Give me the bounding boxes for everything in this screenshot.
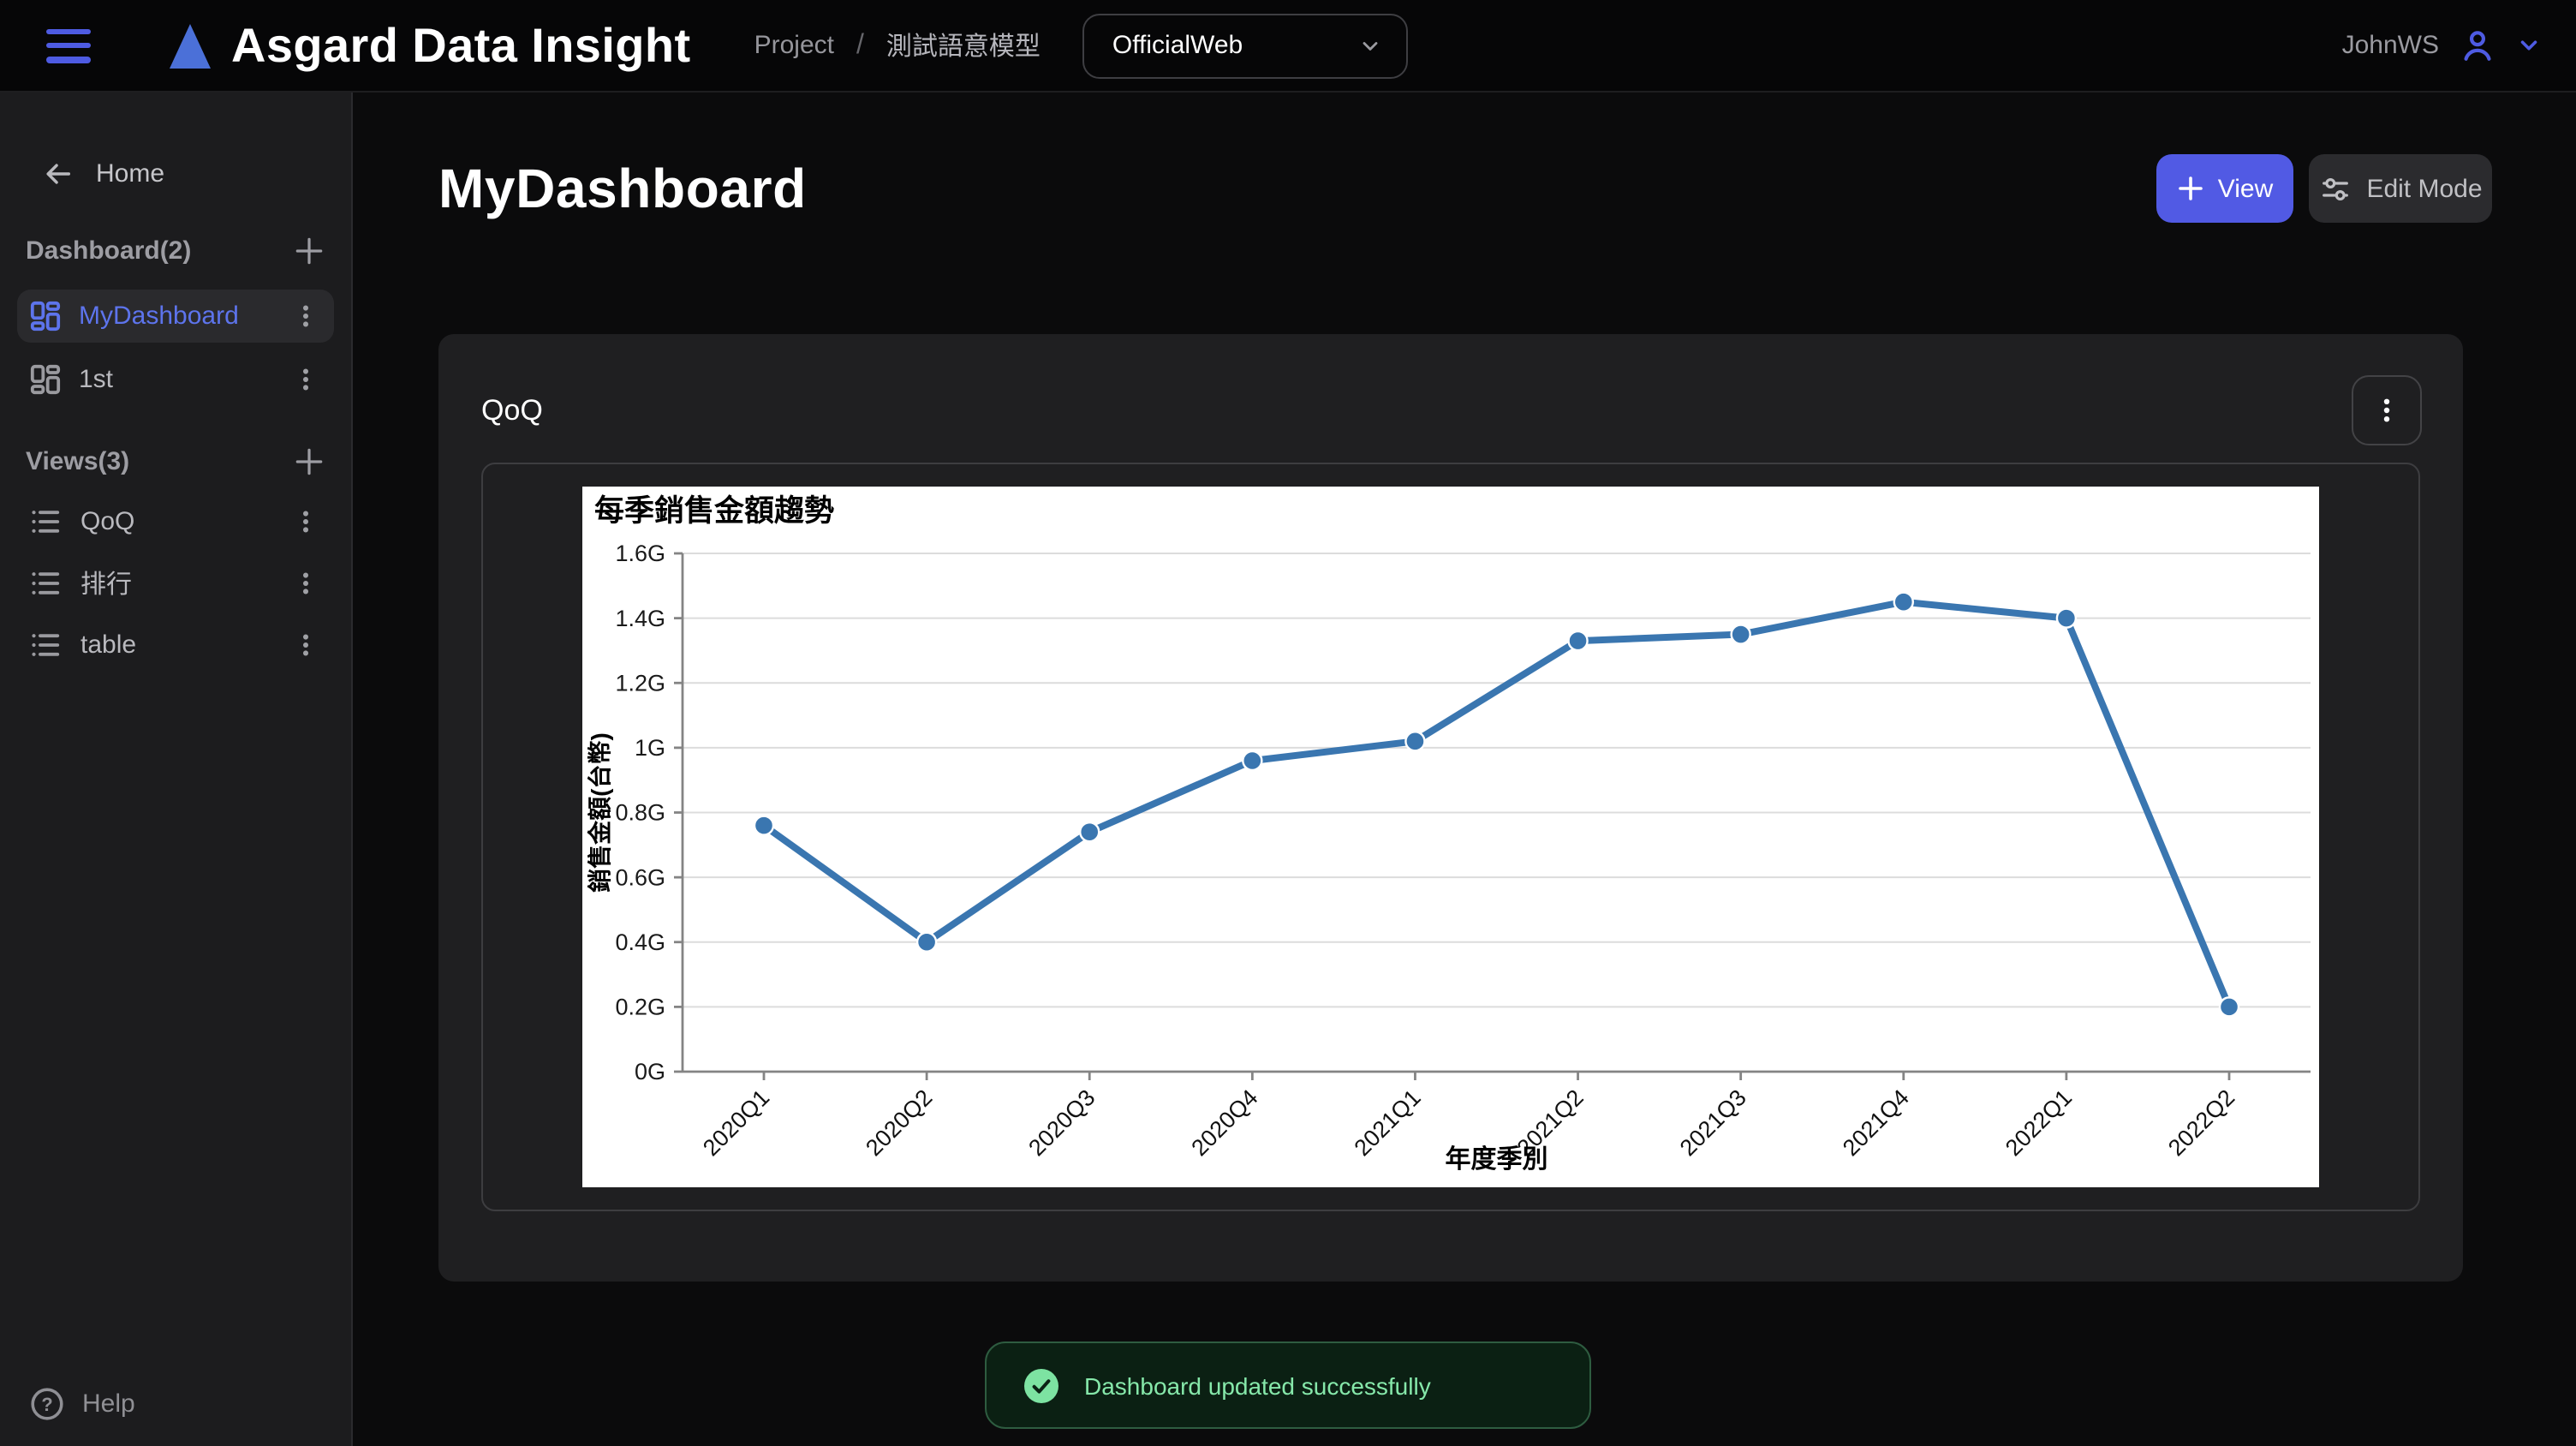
svg-text:0.4G: 0.4G xyxy=(615,929,665,955)
workspace-select-value: OfficialWeb xyxy=(1112,31,1243,60)
breadcrumb-project[interactable]: Project xyxy=(754,31,834,60)
svg-text:1.4G: 1.4G xyxy=(615,606,665,631)
view-button-label: View xyxy=(2218,174,2274,203)
sidebar-item-label: QoQ xyxy=(80,506,272,535)
svg-text:?: ? xyxy=(41,1394,52,1415)
hamburger-menu-icon[interactable] xyxy=(46,28,91,63)
list-icon xyxy=(29,505,62,537)
edit-mode-button[interactable]: Edit Mode xyxy=(2309,154,2492,223)
svg-text:1.2G: 1.2G xyxy=(615,670,665,696)
workspace-select[interactable]: OfficialWeb xyxy=(1083,13,1409,78)
sidebar-item-label: table xyxy=(80,630,272,659)
svg-text:1.6G: 1.6G xyxy=(615,541,665,566)
add-view-button-primary[interactable]: View xyxy=(2156,154,2293,223)
help-question-icon: ? xyxy=(29,1386,65,1422)
sliders-icon xyxy=(2318,172,2351,205)
toast-message: Dashboard updated successfully xyxy=(1084,1371,1431,1399)
dashboard-grid-icon xyxy=(29,300,62,332)
sidebar-home-label: Home xyxy=(96,158,164,188)
app-root: Asgard Data Insight Project / 測試語意模型 Off… xyxy=(0,0,2576,1446)
svg-text:2020Q4: 2020Q4 xyxy=(1186,1084,1262,1161)
sidebar-item-ranking[interactable]: 排行 xyxy=(29,562,334,603)
svg-text:0.8G: 0.8G xyxy=(615,800,665,826)
sidebar-item-1st[interactable]: 1st xyxy=(17,353,334,406)
list-icon xyxy=(29,566,62,599)
svg-text:0.6G: 0.6G xyxy=(615,864,665,890)
sidebar: Home Dashboard(2) MyDashboard xyxy=(0,93,353,1446)
app-title: Asgard Data Insight xyxy=(231,18,691,73)
help-button[interactable]: ? Help xyxy=(29,1386,135,1422)
sidebar-section-dashboards-label: Dashboard(2) xyxy=(26,236,191,266)
sidebar-section-views-label: Views(3) xyxy=(26,447,129,476)
svg-text:2020Q1: 2020Q1 xyxy=(698,1084,774,1161)
line-chart: 0G 0.2G 0.4G 0.6G 0.8G 1G 1.2G 1.4G 1.6G 2020Q1 20… xyxy=(582,487,2319,1187)
page-header: MyDashboard View xyxy=(438,154,2492,223)
kebab-menu-icon[interactable] xyxy=(291,630,320,659)
chart-panel: 0G 0.2G 0.4G 0.6G 0.8G 1G 1.2G 1.4G 1.6G 2020Q1 20… xyxy=(481,463,2420,1211)
kebab-menu-icon[interactable] xyxy=(291,506,320,535)
sidebar-item-table[interactable]: table xyxy=(29,624,334,665)
top-navigation-bar: Asgard Data Insight Project / 測試語意模型 Off… xyxy=(0,0,2576,93)
sidebar-item-qoq[interactable]: QoQ xyxy=(29,500,334,541)
chart-card-header: QoQ xyxy=(438,334,2463,463)
sidebar-item-label: 排行 xyxy=(80,565,272,601)
svg-text:1G: 1G xyxy=(635,735,665,761)
svg-text:2021Q1: 2021Q1 xyxy=(1350,1084,1426,1161)
sidebar-section-dashboards: Dashboard(2) xyxy=(26,235,325,267)
edit-mode-button-label: Edit Mode xyxy=(2366,174,2482,203)
svg-text:2021Q3: 2021Q3 xyxy=(1675,1084,1751,1161)
add-dashboard-button[interactable] xyxy=(293,235,325,267)
svg-text:0.2G: 0.2G xyxy=(615,995,665,1020)
sidebar-home-link[interactable]: Home xyxy=(0,151,351,195)
kebab-menu-icon[interactable] xyxy=(291,568,320,597)
add-view-button[interactable] xyxy=(293,445,325,478)
svg-text:2022Q2: 2022Q2 xyxy=(2163,1084,2239,1161)
sidebar-item-label: 1st xyxy=(79,365,274,394)
dashboard-grid-icon xyxy=(29,363,62,396)
list-icon xyxy=(29,628,62,660)
chevron-down-icon xyxy=(1359,33,1383,57)
kebab-menu-icon[interactable] xyxy=(291,302,320,331)
help-label: Help xyxy=(82,1389,135,1419)
svg-text:2020Q2: 2020Q2 xyxy=(861,1084,937,1161)
sidebar-item-label: MyDashboard xyxy=(79,302,274,331)
svg-text:2021Q4: 2021Q4 xyxy=(1838,1084,1914,1161)
chart-card-title: QoQ xyxy=(481,393,543,427)
breadcrumb: Project / 測試語意模型 xyxy=(754,27,1041,63)
user-avatar-icon xyxy=(2460,27,2496,63)
breadcrumb-model[interactable]: 測試語意模型 xyxy=(886,27,1041,63)
app-logo-triangle-icon xyxy=(170,23,211,68)
user-name: JohnWS xyxy=(2342,31,2439,60)
chart-card: QoQ 0G 0.2G 0.4G 0.6G 0.8G 1G 1.2G 1.4G 1.6G 2020… xyxy=(438,334,2463,1282)
sidebar-item-mydashboard[interactable]: MyDashboard xyxy=(17,290,334,343)
svg-text:0G: 0G xyxy=(635,1059,665,1084)
toast-notification: Dashboard updated successfully xyxy=(985,1341,1591,1429)
back-arrow-icon xyxy=(41,157,74,189)
svg-text:2020Q3: 2020Q3 xyxy=(1023,1084,1100,1161)
breadcrumb-separator: / xyxy=(856,30,864,61)
main-content: MyDashboard View xyxy=(353,93,2576,1446)
chart-card-menu-button[interactable] xyxy=(2352,375,2422,445)
user-menu[interactable]: JohnWS xyxy=(2342,27,2542,63)
kebab-menu-icon[interactable] xyxy=(291,365,320,394)
svg-text:2022Q1: 2022Q1 xyxy=(2001,1084,2077,1161)
svg-text:年度季別: 年度季別 xyxy=(1446,1145,1548,1174)
plus-icon xyxy=(2177,175,2204,202)
chevron-down-icon xyxy=(2516,33,2542,58)
page-title: MyDashboard xyxy=(438,157,807,220)
success-check-icon xyxy=(1023,1366,1060,1404)
sidebar-section-views: Views(3) xyxy=(26,445,325,478)
svg-text:每季銷售金額趨勢: 每季銷售金額趨勢 xyxy=(594,493,834,528)
svg-text:銷售金額(台幣): 銷售金額(台幣) xyxy=(586,732,613,893)
